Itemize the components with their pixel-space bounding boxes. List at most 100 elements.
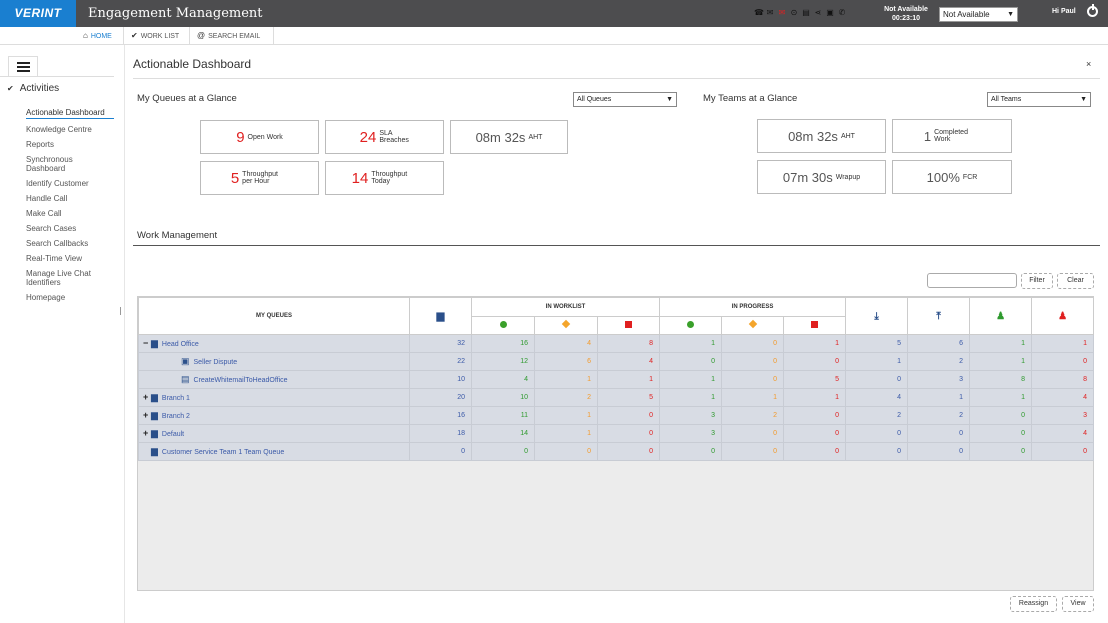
queue-name-cell[interactable]: ▆ Customer Service Team 1 Team Queue xyxy=(138,442,410,461)
col-incoming[interactable]: ⤓ xyxy=(845,297,909,335)
count-cell[interactable]: 1 xyxy=(534,424,598,443)
count-cell[interactable]: 4 xyxy=(845,388,909,407)
count-cell[interactable]: 3 xyxy=(659,406,723,425)
count-cell[interactable]: 1 xyxy=(659,334,723,353)
count-cell[interactable]: 0 xyxy=(409,442,472,461)
count-cell[interactable]: 4 xyxy=(1031,388,1095,407)
count-cell[interactable]: 4 xyxy=(534,334,598,353)
sidebar-item-real-time-view[interactable]: Real-Time View xyxy=(26,254,114,263)
count-cell[interactable]: 1 xyxy=(969,388,1033,407)
table-row[interactable]: + ▆ Branch 2 16 11 1 0 3 2 0 2 2 0 3 xyxy=(138,406,1095,425)
count-cell[interactable]: 1 xyxy=(534,370,598,389)
count-cell[interactable]: 1 xyxy=(969,352,1033,371)
count-cell[interactable]: 1 xyxy=(783,388,847,407)
count-cell[interactable]: 3 xyxy=(1031,406,1095,425)
table-row[interactable]: + ▆ Branch 1 20 10 2 5 1 1 1 4 1 1 4 xyxy=(138,388,1095,407)
count-cell[interactable]: 16 xyxy=(471,334,535,353)
queue-name-cell[interactable]: + ▆ Branch 1 xyxy=(138,388,410,407)
count-cell[interactable]: 3 xyxy=(659,424,723,443)
kpi-open-work[interactable]: 9 Open Work xyxy=(200,120,319,154)
queues-select[interactable]: All Queues ▼ xyxy=(573,92,677,107)
social-icon[interactable]: ⊙ xyxy=(790,8,798,17)
count-cell[interactable]: 0 xyxy=(969,424,1033,443)
col-outgoing[interactable]: ⤒ xyxy=(907,297,971,335)
sidebar-item-identify-customer[interactable]: Identify Customer xyxy=(26,179,114,188)
sidebar-resize-handle[interactable] xyxy=(120,307,121,315)
filter-input[interactable] xyxy=(927,273,1017,288)
count-cell[interactable]: 0 xyxy=(845,424,909,443)
kpi-throughput-hour[interactable]: 5 Throughput per Hour xyxy=(200,161,319,195)
sidebar-item-manage-live-chat[interactable]: Manage Live Chat Identifiers xyxy=(26,269,114,287)
col-my-queues[interactable]: MY QUEUES xyxy=(138,297,410,335)
count-cell[interactable]: 0 xyxy=(845,442,909,461)
count-cell[interactable]: 1 xyxy=(969,334,1033,353)
count-cell[interactable]: 1 xyxy=(534,406,598,425)
worklist-amber[interactable] xyxy=(534,315,598,335)
queue-name-cell[interactable]: − ▆ Head Office xyxy=(138,334,410,353)
col-total[interactable]: ▆ xyxy=(409,297,472,335)
close-icon[interactable]: × xyxy=(1086,59,1091,69)
count-cell[interactable]: 5 xyxy=(783,370,847,389)
count-cell[interactable]: 0 xyxy=(471,442,535,461)
count-cell[interactable]: 2 xyxy=(721,406,785,425)
count-cell[interactable]: 1 xyxy=(783,334,847,353)
count-cell[interactable]: 8 xyxy=(596,334,661,353)
table-row[interactable]: + ▆ Default 18 14 1 0 3 0 0 0 0 0 4 xyxy=(138,424,1095,443)
count-cell[interactable]: 0 xyxy=(969,442,1033,461)
count-cell[interactable]: 4 xyxy=(1031,424,1095,443)
sidebar-item-search-cases[interactable]: Search Cases xyxy=(26,224,114,233)
count-cell[interactable]: 0 xyxy=(845,370,909,389)
queue-name-cell[interactable]: ▤ CreateWhitemailToHeadOffice xyxy=(138,370,410,389)
count-cell[interactable]: 2 xyxy=(907,352,971,371)
tab-work-list[interactable]: ✔ WORK LIST xyxy=(124,27,190,45)
queue-name-cell[interactable]: ▣ Seller Dispute xyxy=(138,352,410,371)
count-cell[interactable]: 0 xyxy=(1031,442,1095,461)
count-cell[interactable]: 5 xyxy=(596,388,661,407)
sidebar-item-handle-call[interactable]: Handle Call xyxy=(26,194,114,203)
count-cell[interactable]: 0 xyxy=(1031,352,1095,371)
count-cell[interactable]: 0 xyxy=(721,370,785,389)
expand-icon[interactable]: + xyxy=(143,410,151,420)
document-icon[interactable]: ▤ xyxy=(802,8,810,17)
count-cell[interactable]: 0 xyxy=(721,442,785,461)
count-cell[interactable]: 0 xyxy=(659,352,723,371)
power-icon[interactable] xyxy=(1087,4,1098,17)
count-cell[interactable]: 0 xyxy=(721,424,785,443)
table-row[interactable]: − ▆ Head Office 32 16 4 8 1 0 1 5 6 1 1 xyxy=(138,334,1095,353)
team-kpi-fcr[interactable]: 100% FCR xyxy=(892,160,1012,194)
callback-icon[interactable]: ✆ xyxy=(838,8,846,17)
count-cell[interactable]: 8 xyxy=(1031,370,1095,389)
queue-name-cell[interactable]: + ▆ Branch 2 xyxy=(138,406,410,425)
expand-icon[interactable]: + xyxy=(143,428,151,438)
team-kpi-aht[interactable]: 08m 32s AHT xyxy=(757,119,886,153)
count-cell[interactable]: 10 xyxy=(471,388,535,407)
task-icon[interactable]: ▣ xyxy=(826,8,834,17)
clear-button[interactable]: Clear xyxy=(1057,273,1094,289)
share-icon[interactable]: ⋖ xyxy=(814,8,822,17)
table-row[interactable]: ▆ Customer Service Team 1 Team Queue 0 0 0 0 0… xyxy=(138,442,1095,461)
count-cell[interactable]: 2 xyxy=(845,406,909,425)
count-cell[interactable]: 1 xyxy=(1031,334,1095,353)
count-cell[interactable]: 0 xyxy=(783,352,847,371)
count-cell[interactable]: 1 xyxy=(907,388,971,407)
count-cell[interactable]: 0 xyxy=(783,406,847,425)
progress-green[interactable] xyxy=(659,315,723,335)
view-button[interactable]: View xyxy=(1062,596,1094,612)
count-cell[interactable]: 1 xyxy=(845,352,909,371)
email-icon[interactable]: ✉ xyxy=(778,8,786,17)
sidebar-item-knowledge-centre[interactable]: Knowledge Centre xyxy=(26,125,114,134)
progress-amber[interactable] xyxy=(721,315,785,335)
status-select[interactable]: Not Available ▼ xyxy=(939,7,1018,22)
activities-header[interactable]: ✔ Activities xyxy=(7,83,59,94)
reassign-button[interactable]: Reassign xyxy=(1010,596,1057,612)
count-cell[interactable]: 0 xyxy=(721,334,785,353)
sidebar-item-make-call[interactable]: Make Call xyxy=(26,209,114,218)
count-cell[interactable]: 4 xyxy=(471,370,535,389)
chat-icon[interactable]: ✉ xyxy=(766,8,774,17)
phone-icon[interactable]: ☎ xyxy=(754,8,764,17)
count-cell[interactable]: 32 xyxy=(409,334,472,353)
count-cell[interactable]: 22 xyxy=(409,352,472,371)
tab-search-email[interactable]: @ SEARCH EMAIL xyxy=(190,27,274,45)
kpi-throughput-today[interactable]: 14 Throughput Today xyxy=(325,161,444,195)
sidebar-item-search-callbacks[interactable]: Search Callbacks xyxy=(26,239,114,248)
